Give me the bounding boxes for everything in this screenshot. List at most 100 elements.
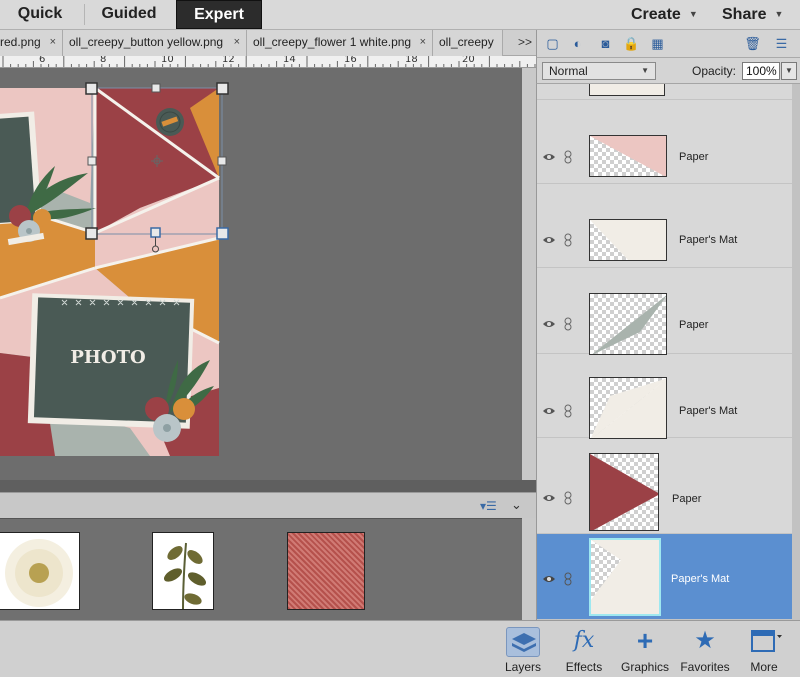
opacity-input[interactable]: 100%: [742, 62, 780, 80]
layer-thumbnail: [589, 453, 659, 531]
layer-row[interactable]: Paper: [537, 100, 792, 184]
layer-name: Paper: [672, 493, 702, 505]
layer-thumbnail: [589, 538, 661, 616]
layers-icon: [506, 627, 540, 657]
share-menu[interactable]: Share ▼: [722, 0, 783, 29]
quick-mode-button[interactable]: Quick: [0, 0, 80, 29]
guided-mode-button[interactable]: Guided: [86, 0, 172, 29]
layer-preview: [590, 378, 666, 438]
layers-panel-button[interactable]: Layers: [502, 621, 544, 677]
eye-icon[interactable]: [542, 319, 556, 329]
layer-name: Paper's Mat: [679, 234, 738, 246]
photo-label: PHOTO: [70, 347, 145, 368]
blend-mode-value: Normal: [549, 64, 588, 78]
effects-panel-button[interactable]: fx Effects: [562, 621, 606, 677]
lock-transparency-icon[interactable]: ▦: [649, 36, 666, 52]
layer-row-partial[interactable]: [537, 84, 792, 100]
layer-preview: [591, 540, 659, 614]
eye-icon[interactable]: [542, 493, 556, 503]
bin-thumbnail-flower[interactable]: [0, 532, 80, 610]
layer-row[interactable]: Paper: [537, 268, 792, 355]
graphics-panel-button[interactable]: + Graphics: [620, 621, 670, 677]
panel-options-icon[interactable]: ☰: [773, 36, 790, 52]
new-layer-icon[interactable]: ▢: [544, 36, 561, 52]
ruler-label: 14: [283, 56, 296, 65]
mode-bar: Quick Guided Expert Create ▼ Share ▼: [0, 0, 800, 30]
white-flower-image: [5, 539, 73, 607]
bin-scrollbar[interactable]: [522, 518, 536, 620]
blend-controls: Normal ▼ Opacity: 100% ▼: [536, 58, 800, 84]
chevron-down-icon: ▼: [688, 9, 698, 19]
scrapbook-canvas[interactable]: PHOTO: [0, 68, 522, 480]
bin-options-icon[interactable]: ▾☰: [480, 499, 497, 513]
blend-mode-select[interactable]: Normal ▼: [542, 62, 656, 80]
doc-tab-label: oll_creepy_flower 1 white.png: [253, 35, 412, 49]
layer-row[interactable]: Paper's Mat: [537, 184, 792, 268]
doc-tab-label: oll_creepy_button yellow.png: [69, 35, 224, 49]
link-icon[interactable]: [563, 491, 573, 505]
layer-thumbnail: [589, 219, 667, 261]
delete-layer-icon[interactable]: 🗑: [744, 36, 761, 52]
adjustment-layer-icon[interactable]: ◐: [569, 36, 586, 52]
layer-name: Paper: [679, 151, 709, 163]
eye-icon[interactable]: [542, 574, 556, 584]
layers-button-label: Layers: [504, 660, 542, 674]
layer-name: Paper: [679, 319, 709, 331]
link-icon[interactable]: [563, 317, 573, 331]
more-panel-button[interactable]: More: [744, 621, 784, 677]
eye-icon[interactable]: [542, 152, 556, 162]
document-tabs: red.png × oll_creepy_button yellow.png × o…: [0, 30, 536, 56]
ruler-label: 18: [405, 56, 418, 65]
more-tabs-button[interactable]: >>: [518, 30, 532, 55]
close-icon[interactable]: ×: [234, 30, 240, 55]
photo-bin: [0, 518, 522, 620]
layer-thumbnail: [589, 293, 667, 355]
create-menu[interactable]: Create ▼: [631, 0, 698, 29]
eye-icon[interactable]: [542, 406, 556, 416]
doc-tab[interactable]: oll_creepy_button yellow.png ×: [63, 30, 247, 56]
bin-thumbnail-leaves[interactable]: [152, 532, 214, 610]
doc-tab-label: oll_creepy: [439, 35, 494, 49]
link-icon[interactable]: [563, 150, 573, 164]
effects-button-label: Effects: [565, 660, 603, 674]
layer-thumbnail: [589, 135, 667, 177]
ruler-label: 8: [100, 56, 107, 65]
ruler-label: 12: [222, 56, 235, 65]
link-icon[interactable]: [563, 233, 573, 247]
opacity-dropdown-button[interactable]: ▼: [781, 62, 797, 80]
layer-row[interactable]: Paper: [537, 438, 792, 534]
canvas-area[interactable]: PHOTO: [0, 68, 522, 480]
panel-switcher-bar: Layers fx Effects + Graphics ★ Favorites…: [0, 620, 800, 677]
star-icon: ★: [694, 627, 716, 654]
link-icon[interactable]: [563, 404, 573, 418]
opacity-label: Opacity:: [692, 64, 737, 78]
doc-tab[interactable]: oll_creepy: [433, 30, 503, 56]
layers-list[interactable]: Paper Paper's Mat Paper Paper's Mat Pape…: [536, 84, 792, 620]
layer-row-selected[interactable]: Paper's Mat: [537, 534, 792, 620]
doc-tab[interactable]: red.png ×: [0, 30, 63, 56]
doc-tab[interactable]: oll_creepy_flower 1 white.png ×: [247, 30, 433, 56]
close-icon[interactable]: ×: [50, 30, 56, 55]
link-icon[interactable]: [563, 572, 573, 586]
layers-scrollbar[interactable]: [792, 84, 800, 620]
layer-mask-icon[interactable]: ◙: [597, 36, 614, 52]
canvas-horizontal-scrollbar[interactable]: [0, 480, 536, 492]
doc-tab-label: red.png: [0, 35, 41, 49]
lock-icon[interactable]: 🔒: [623, 36, 640, 52]
canvas-vertical-scrollbar[interactable]: [522, 68, 536, 480]
layer-row[interactable]: Paper's Mat: [537, 354, 792, 439]
graphics-button-label: Graphics: [620, 660, 670, 674]
favorites-button-label: Favorites: [680, 660, 730, 674]
favorites-panel-button[interactable]: ★ Favorites: [680, 621, 730, 677]
expert-mode-button[interactable]: Expert: [176, 0, 262, 29]
collapse-bin-icon[interactable]: ⌄: [511, 497, 522, 513]
leaf-branch-image: [163, 542, 207, 609]
plus-icon: +: [636, 625, 654, 656]
ruler-label: 10: [161, 56, 174, 65]
eye-icon[interactable]: [542, 235, 556, 245]
bin-thumbnail-pattern-paper[interactable]: [287, 532, 365, 610]
close-icon[interactable]: ×: [420, 30, 426, 55]
mode-separator: [84, 4, 85, 25]
share-label: Share: [722, 6, 767, 23]
horizontal-ruler: 6 8 10 12 14 16 18 20: [0, 56, 536, 68]
